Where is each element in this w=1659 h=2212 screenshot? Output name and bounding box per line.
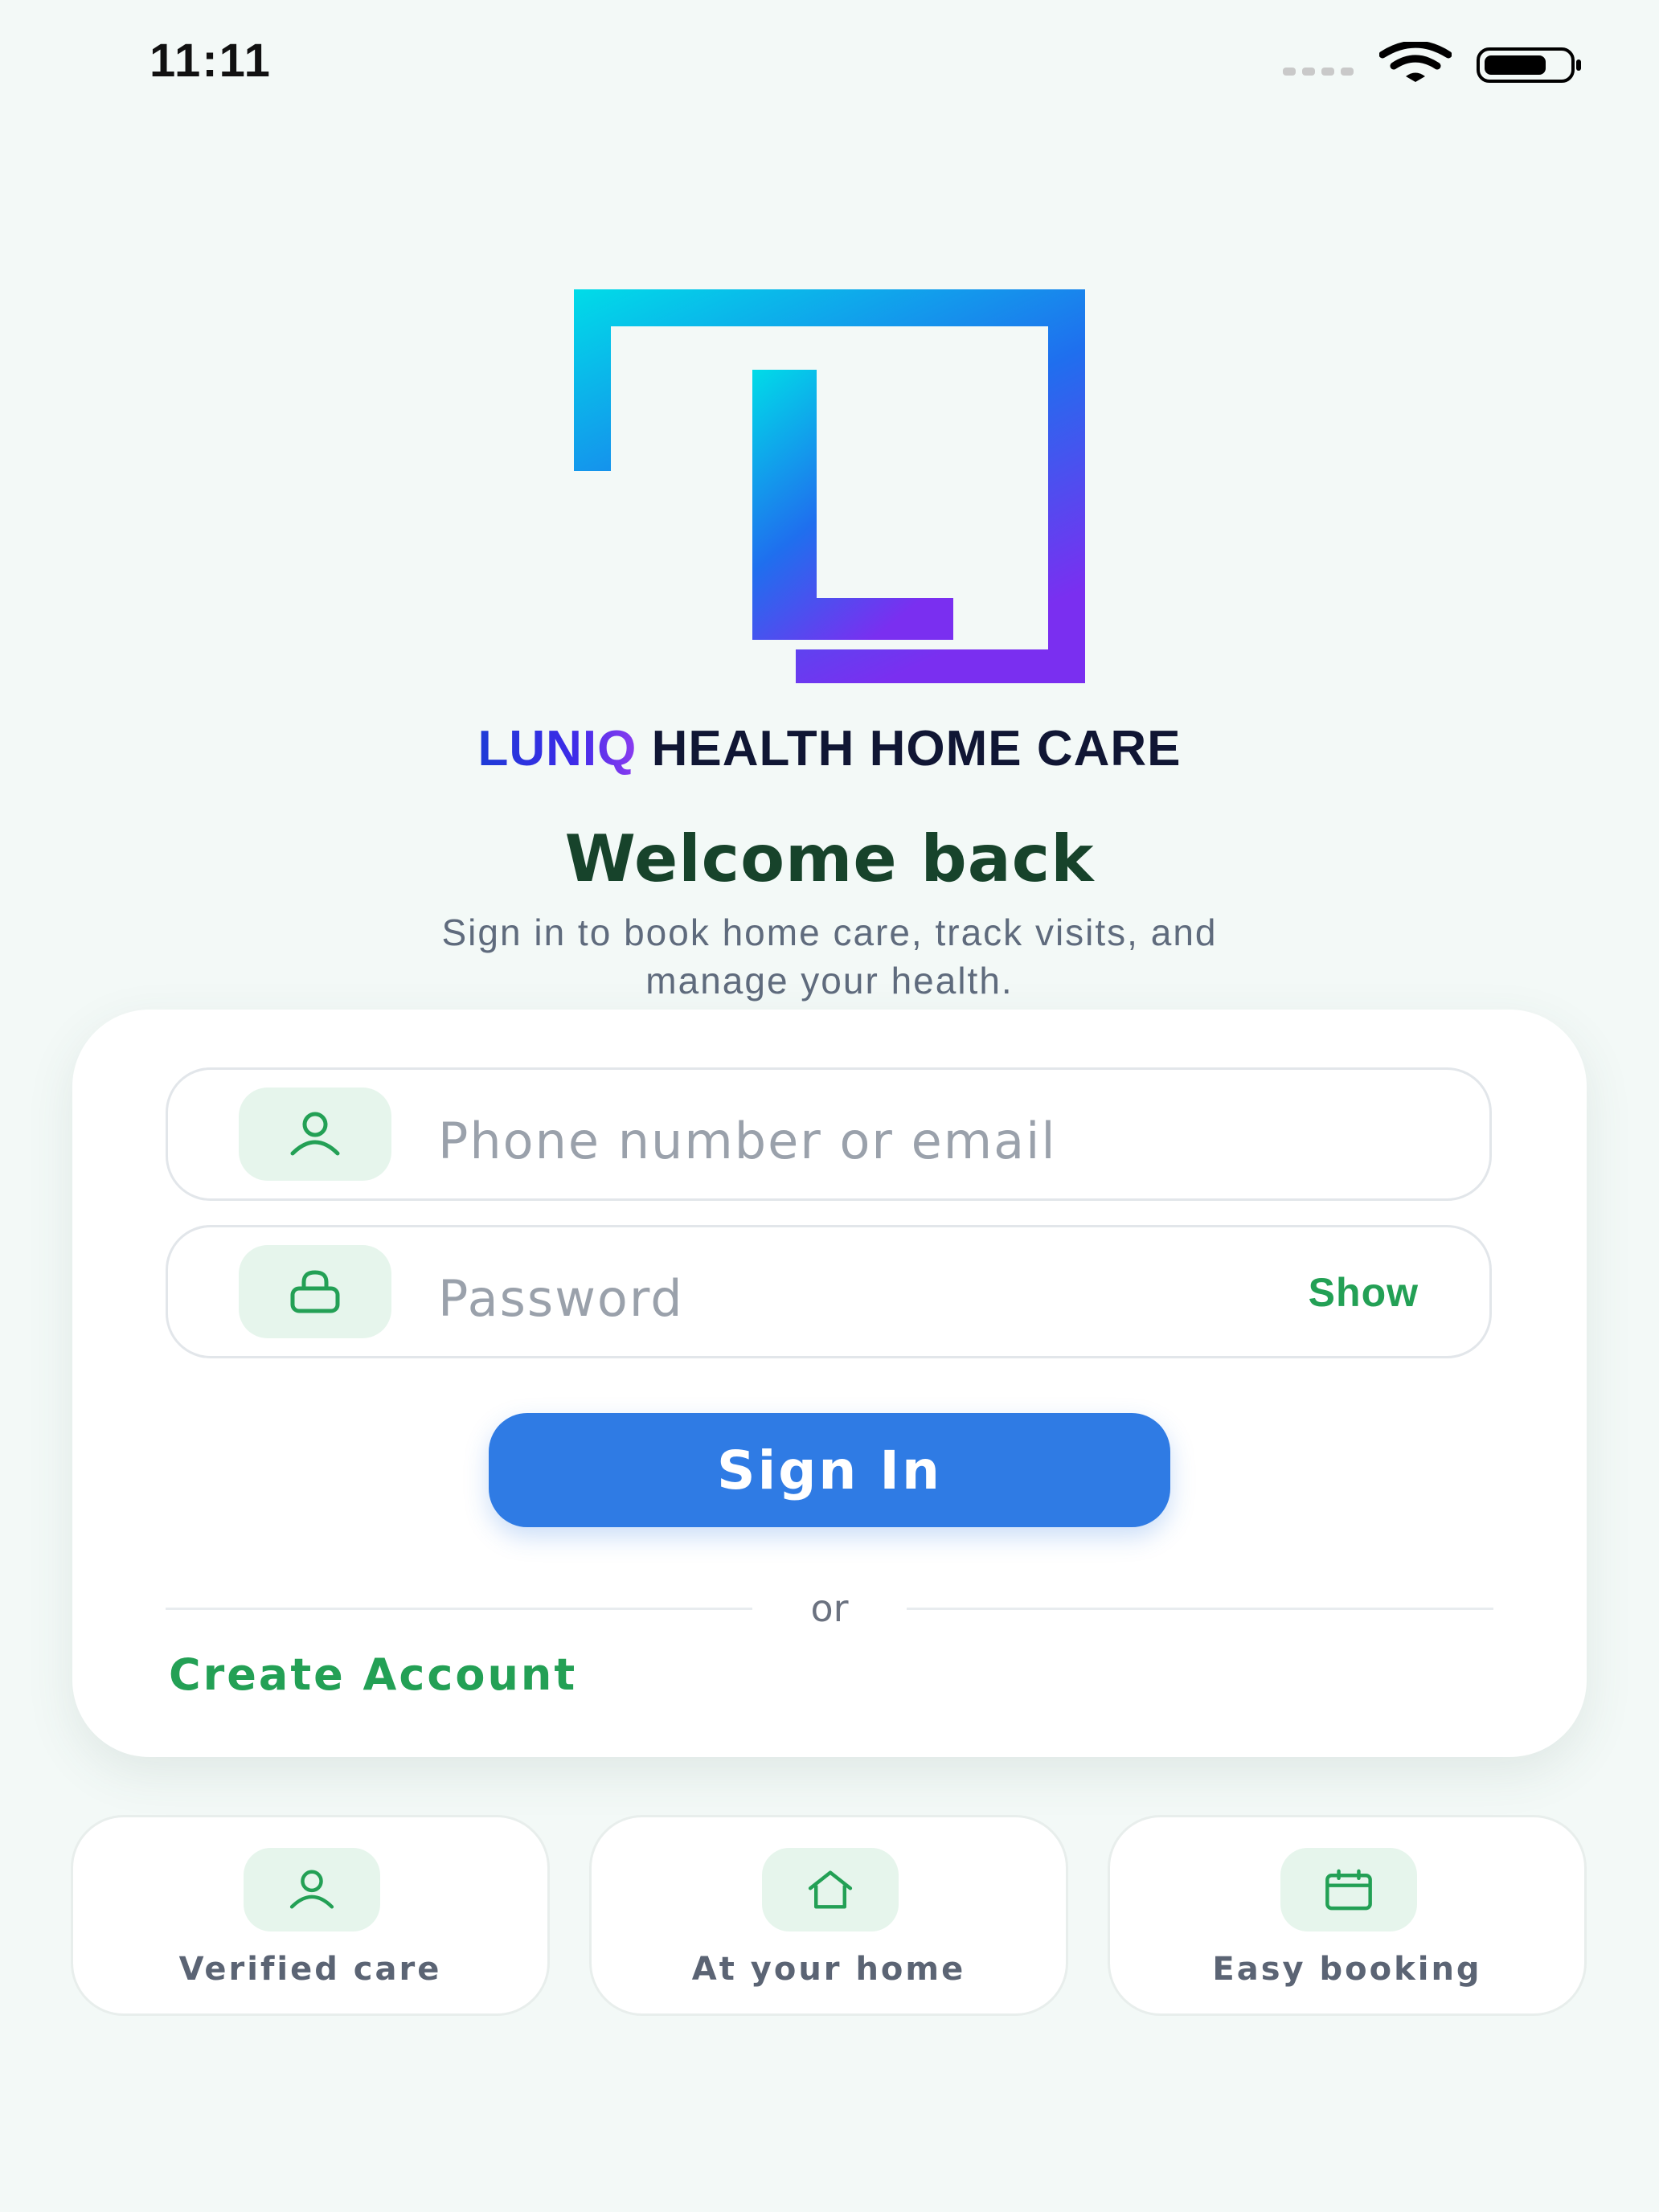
page-subtitle: Sign in to book home care, track visits,… <box>241 908 1418 1005</box>
show-password-button[interactable]: Show <box>1309 1269 1419 1316</box>
feature-label: Verified care <box>178 1951 442 1988</box>
phone-or-email-input[interactable]: Phone number or email <box>438 1112 1057 1170</box>
luniq-logo <box>574 289 1085 683</box>
password-input[interactable]: Password <box>438 1269 684 1328</box>
feature-label: At your home <box>691 1951 966 1988</box>
brand-name-tagline: HEALTH HOME CARE <box>651 721 1182 776</box>
cellular-signal-icon <box>1283 68 1360 79</box>
subtitle-line: Sign in to book home care, track visits,… <box>441 911 1218 953</box>
page-title: Welcome back <box>564 821 1095 896</box>
calendar-icon <box>1280 1848 1417 1931</box>
feature-label: Easy booking <box>1212 1951 1482 1988</box>
divider-line <box>907 1608 1493 1610</box>
subtitle-line: manage your health. <box>645 960 1014 1002</box>
status-time: 11:11 <box>150 35 272 87</box>
sign-in-button[interactable]: Sign In <box>489 1413 1170 1527</box>
person-icon <box>244 1848 380 1931</box>
feature-card-verified-care: Verified care <box>71 1815 550 2016</box>
brand-name: LUNIQ HEALTH HOME CARE <box>0 720 1659 777</box>
brand-name-luniq: LUNIQ <box>477 721 637 776</box>
wifi-icon <box>1379 42 1452 82</box>
phone-or-email-field[interactable]: Phone number or email <box>166 1067 1492 1201</box>
create-account-link[interactable]: Create Account <box>169 1649 577 1700</box>
feature-card-easy-booking: Easy booking <box>1108 1815 1587 2016</box>
feature-card-at-your-home: At your home <box>589 1815 1068 2016</box>
person-icon <box>239 1088 391 1181</box>
battery-icon <box>1477 47 1581 83</box>
password-field[interactable]: Password Show <box>166 1225 1492 1358</box>
home-icon <box>762 1848 899 1931</box>
lock-icon <box>239 1245 391 1338</box>
